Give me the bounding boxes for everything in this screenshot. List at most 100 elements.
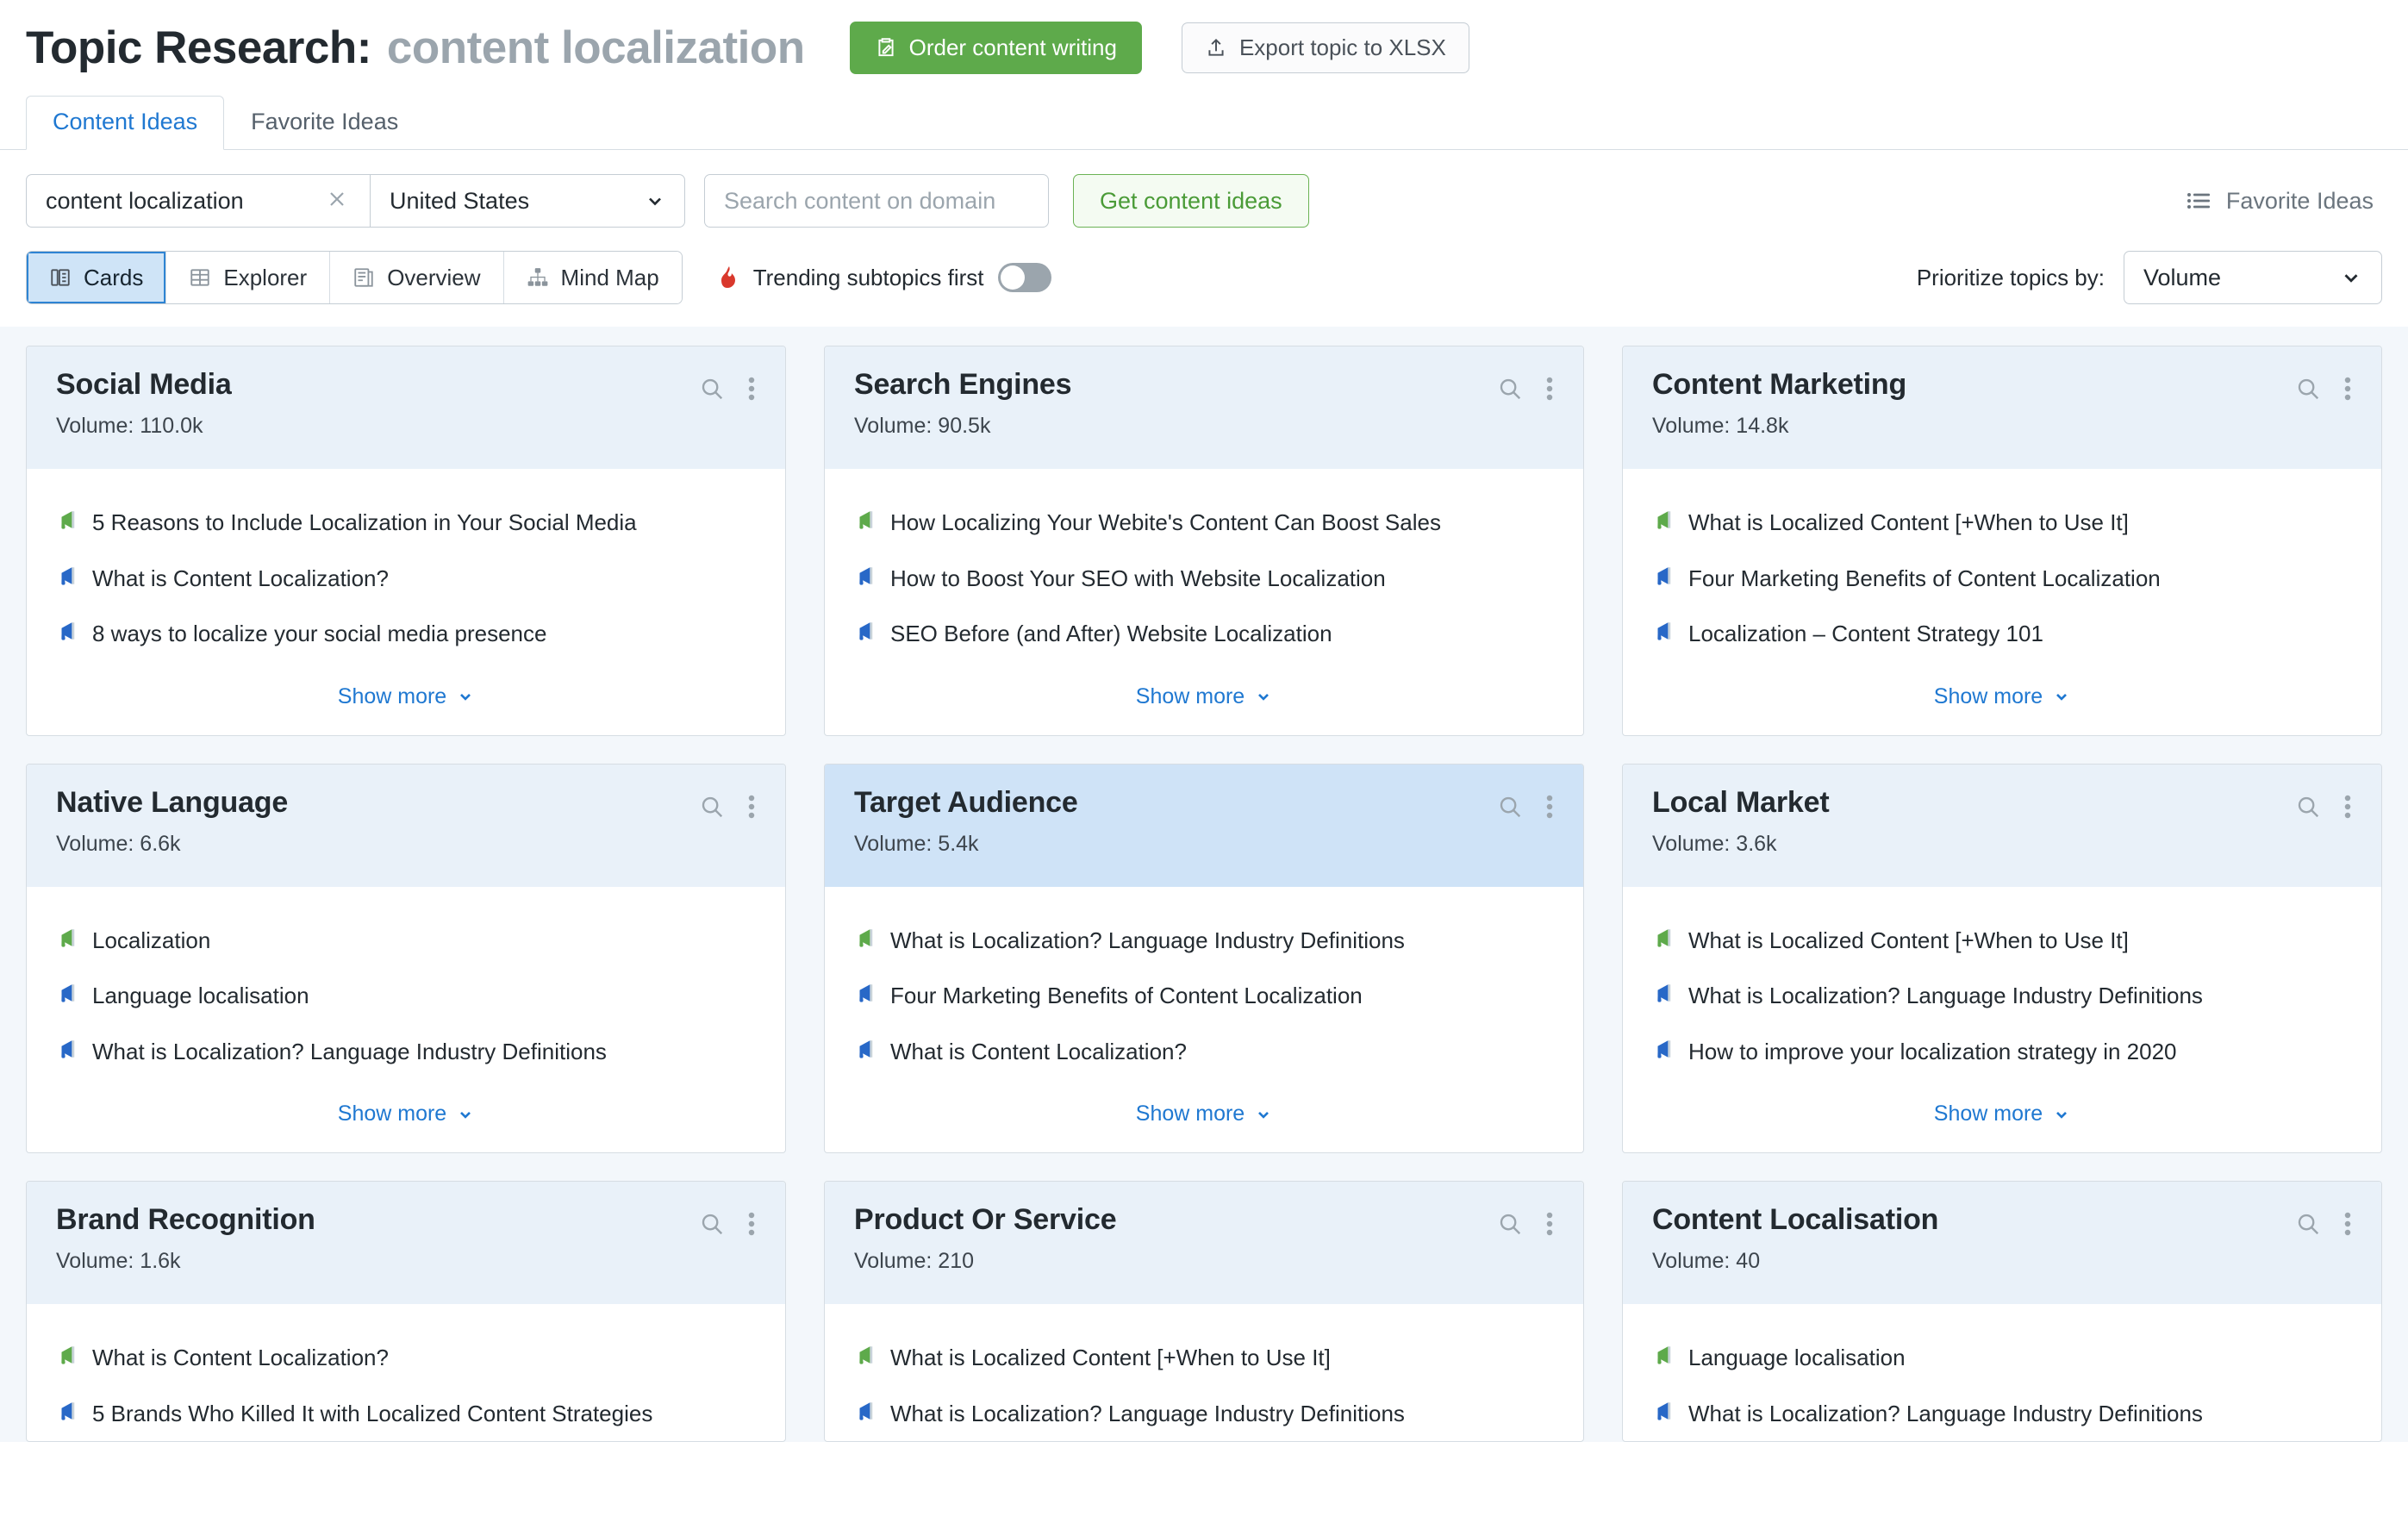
- kebab-menu-icon[interactable]: [2343, 376, 2352, 402]
- megaphone-icon: [1652, 1400, 1675, 1422]
- kebab-menu-icon[interactable]: [1545, 376, 1554, 402]
- view-mode-explorer[interactable]: Explorer: [166, 252, 331, 303]
- mindmap-icon: [527, 266, 549, 289]
- trending-subtopics-label: Trending subtopics first: [752, 264, 984, 290]
- topic-card-volume: Volume: 90.5k: [854, 414, 1554, 439]
- page-title-main: Topic Research:: [26, 22, 371, 73]
- search-icon[interactable]: [1497, 1211, 1523, 1237]
- topic-card-volume: Volume: 5.4k: [854, 832, 1554, 857]
- megaphone-icon: [1652, 620, 1675, 642]
- topic-card[interactable]: Search Engines Volume: 90.5k How Localiz…: [824, 346, 1584, 736]
- topic-card-ideas: Language localisation What is Localizati…: [1623, 1304, 2381, 1441]
- volume-label: Volume:: [1652, 414, 1731, 438]
- idea-item[interactable]: What is Localized Content [+When to Use …: [854, 1330, 1554, 1386]
- search-icon[interactable]: [1497, 794, 1523, 820]
- search-icon[interactable]: [2295, 794, 2321, 820]
- topic-card[interactable]: Social Media Volume: 110.0k 5 Reasons to…: [26, 346, 786, 736]
- prioritize-topics-select[interactable]: Volume: [2124, 251, 2382, 304]
- idea-item[interactable]: Localization: [56, 913, 756, 969]
- idea-text: 8 ways to localize your social media pre…: [92, 621, 547, 646]
- topic-card[interactable]: Brand Recognition Volume: 1.6k What is C…: [26, 1181, 786, 1442]
- view-mode-mind-map[interactable]: Mind Map: [503, 252, 682, 303]
- view-mode-mind-map-label: Mind Map: [560, 264, 659, 290]
- filter-row: content localization United States Get c…: [0, 150, 2408, 228]
- tab-content-ideas[interactable]: Content Ideas: [26, 96, 225, 150]
- keyword-input[interactable]: content localization: [27, 175, 370, 227]
- idea-item[interactable]: Language localisation: [56, 968, 756, 1024]
- card-row: Social Media Volume: 110.0k 5 Reasons to…: [26, 346, 2382, 736]
- topic-card-ideas: 5 Reasons to Include Localization in You…: [27, 469, 785, 662]
- megaphone-icon: [1652, 927, 1675, 949]
- topic-card[interactable]: Target Audience Volume: 5.4k What is Loc…: [824, 763, 1584, 1153]
- idea-item[interactable]: What is Localization? Language Industry …: [1652, 968, 2352, 1024]
- idea-item[interactable]: What is Localization? Language Industry …: [854, 913, 1554, 969]
- idea-item[interactable]: Four Marketing Benefits of Content Local…: [854, 968, 1554, 1024]
- idea-item[interactable]: SEO Before (and After) Website Localizat…: [854, 606, 1554, 662]
- volume-label: Volume:: [56, 414, 134, 438]
- idea-item[interactable]: 5 Reasons to Include Localization in You…: [56, 495, 756, 551]
- topic-card[interactable]: Product Or Service Volume: 210 What is L…: [824, 1181, 1584, 1442]
- search-content-on-domain-input[interactable]: [704, 174, 1049, 228]
- search-icon[interactable]: [2295, 376, 2321, 402]
- search-icon[interactable]: [1497, 376, 1523, 402]
- topic-card[interactable]: Content Marketing Volume: 14.8k What is …: [1622, 346, 2382, 736]
- export-topic-button[interactable]: Export topic to XLSX: [1181, 22, 1469, 73]
- view-mode-cards[interactable]: Cards: [27, 252, 167, 303]
- order-content-writing-button[interactable]: Order content writing: [849, 21, 1142, 74]
- search-icon[interactable]: [699, 376, 725, 402]
- kebab-menu-icon[interactable]: [2343, 794, 2352, 820]
- idea-item[interactable]: How Localizing Your Webite's Content Can…: [854, 495, 1554, 551]
- trending-subtopics-switch[interactable]: [997, 263, 1051, 292]
- idea-item[interactable]: What is Localized Content [+When to Use …: [1652, 913, 2352, 969]
- database-select[interactable]: United States: [371, 175, 684, 227]
- topic-card[interactable]: Native Language Volume: 6.6k Localizatio…: [26, 763, 786, 1153]
- kebab-menu-icon[interactable]: [747, 794, 756, 820]
- get-content-ideas-button[interactable]: Get content ideas: [1073, 174, 1309, 228]
- favorite-ideas-link[interactable]: Favorite Ideas: [2187, 188, 2382, 215]
- idea-item[interactable]: Language localisation: [1652, 1330, 2352, 1386]
- topic-card-header: Native Language Volume: 6.6k: [27, 764, 785, 887]
- idea-item[interactable]: Localization – Content Strategy 101: [1652, 606, 2352, 662]
- search-icon[interactable]: [2295, 1211, 2321, 1237]
- idea-text: What is Content Localization?: [92, 1345, 389, 1370]
- show-more-label: Show more: [1135, 1102, 1245, 1126]
- view-mode-overview[interactable]: Overview: [330, 252, 504, 303]
- idea-item[interactable]: Four Marketing Benefits of Content Local…: [1652, 551, 2352, 607]
- tab-content-ideas-label: Content Ideas: [53, 109, 198, 134]
- tab-favorite-ideas[interactable]: Favorite Ideas: [224, 96, 425, 150]
- show-more-button[interactable]: Show more: [27, 1079, 785, 1152]
- topic-card-ideas: What is Localized Content [+When to Use …: [1623, 469, 2381, 662]
- idea-item[interactable]: What is Localization? Language Industry …: [1652, 1386, 2352, 1442]
- show-more-button[interactable]: Show more: [27, 662, 785, 735]
- show-more-button[interactable]: Show more: [1623, 1079, 2381, 1152]
- idea-item[interactable]: 8 ways to localize your social media pre…: [56, 606, 756, 662]
- close-icon[interactable]: [323, 189, 351, 214]
- idea-item[interactable]: What is Content Localization?: [56, 551, 756, 607]
- chevron-down-icon: [645, 190, 665, 211]
- idea-item[interactable]: How to Boost Your SEO with Website Local…: [854, 551, 1554, 607]
- search-icon[interactable]: [699, 794, 725, 820]
- kebab-menu-icon[interactable]: [1545, 794, 1554, 820]
- idea-item[interactable]: What is Content Localization?: [56, 1330, 756, 1386]
- topic-card[interactable]: Content Localisation Volume: 40 Language…: [1622, 1181, 2382, 1442]
- volume-label: Volume:: [56, 831, 134, 856]
- kebab-menu-icon[interactable]: [747, 376, 756, 402]
- idea-item[interactable]: What is Localization? Language Industry …: [56, 1024, 756, 1080]
- topic-card[interactable]: Local Market Volume: 3.6k What is Locali…: [1622, 763, 2382, 1153]
- topic-card-header: Search Engines Volume: 90.5k: [825, 346, 1583, 469]
- show-more-button[interactable]: Show more: [825, 662, 1583, 735]
- kebab-menu-icon[interactable]: [2343, 1211, 2352, 1237]
- show-more-button[interactable]: Show more: [825, 1079, 1583, 1152]
- kebab-menu-icon[interactable]: [1545, 1211, 1554, 1237]
- show-more-button[interactable]: Show more: [1623, 662, 2381, 735]
- idea-item[interactable]: What is Localized Content [+When to Use …: [1652, 495, 2352, 551]
- search-icon[interactable]: [699, 1211, 725, 1237]
- volume-label: Volume:: [854, 1249, 933, 1273]
- idea-item[interactable]: What is Localization? Language Industry …: [854, 1386, 1554, 1442]
- idea-item[interactable]: How to improve your localization strateg…: [1652, 1024, 2352, 1080]
- kebab-menu-icon[interactable]: [747, 1211, 756, 1237]
- idea-item[interactable]: 5 Brands Who Killed It with Localized Co…: [56, 1386, 756, 1442]
- idea-item[interactable]: What is Content Localization?: [854, 1024, 1554, 1080]
- topic-card-volume: Volume: 1.6k: [56, 1249, 756, 1274]
- card-row: Brand Recognition Volume: 1.6k What is C…: [26, 1181, 2382, 1442]
